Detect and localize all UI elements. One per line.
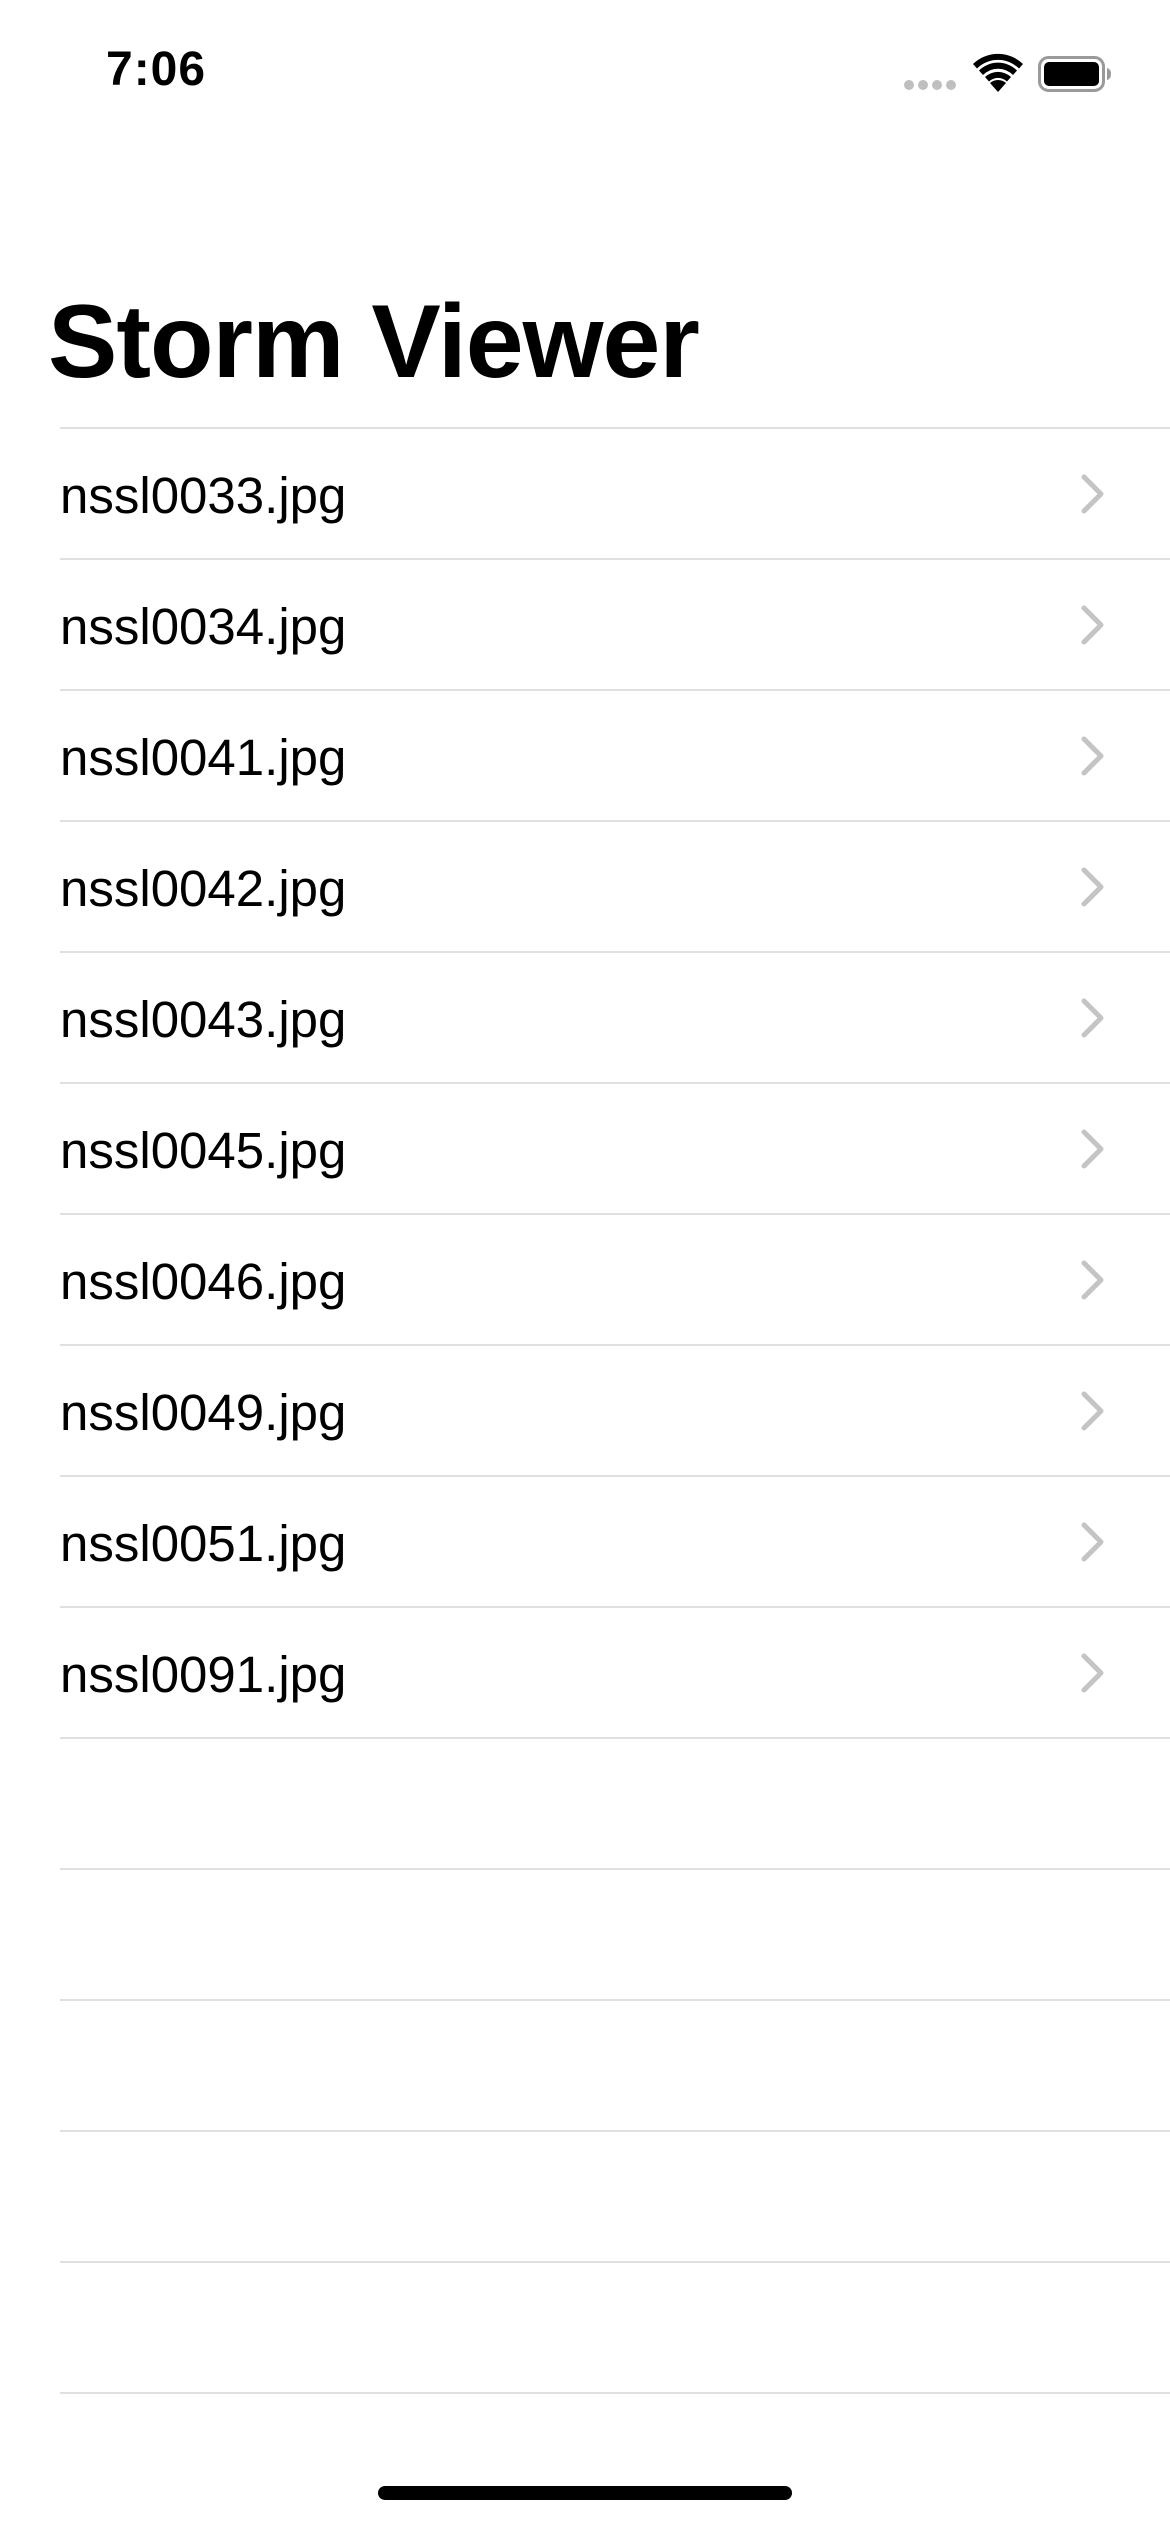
status-time: 7:06 <box>106 43 207 96</box>
home-indicator[interactable] <box>378 2486 792 2500</box>
row-label: nssl0051.jpg <box>60 1515 347 1572</box>
row-separator <box>60 2130 1170 2132</box>
status-bar: 7:06 <box>0 0 1170 150</box>
row-separator <box>60 1999 1170 2001</box>
table-row[interactable]: nssl0042.jpg <box>0 822 1170 952</box>
chevron-right-icon <box>1078 1259 1108 1301</box>
table-row[interactable]: nssl0033.jpg <box>0 429 1170 559</box>
row-label: nssl0045.jpg <box>60 1122 347 1179</box>
table-row[interactable]: nssl0043.jpg <box>0 953 1170 1083</box>
table-row[interactable]: nssl0091.jpg <box>0 1608 1170 1738</box>
table-row[interactable]: nssl0041.jpg <box>0 691 1170 821</box>
chevron-right-icon <box>1078 473 1108 515</box>
wifi-icon <box>972 50 1024 94</box>
row-separator <box>60 2392 1170 2394</box>
chevron-right-icon <box>1078 1390 1108 1432</box>
row-label: nssl0034.jpg <box>60 598 347 655</box>
chevron-right-icon <box>1078 997 1108 1039</box>
chevron-right-icon <box>1078 1521 1108 1563</box>
image-list-table[interactable]: nssl0033.jpg nssl0034.jpg nssl0041.jpg nssl… <box>0 427 1170 2407</box>
row-label: nssl0042.jpg <box>60 860 347 917</box>
chevron-right-icon <box>1078 735 1108 777</box>
chevron-right-icon <box>1078 866 1108 908</box>
row-label: nssl0033.jpg <box>60 467 347 524</box>
table-row[interactable]: nssl0049.jpg <box>0 1346 1170 1476</box>
table-row[interactable]: nssl0051.jpg <box>0 1477 1170 1607</box>
row-label: nssl0046.jpg <box>60 1253 347 1310</box>
page-title: Storm Viewer <box>48 284 700 400</box>
chevron-right-icon <box>1078 1652 1108 1694</box>
chevron-right-icon <box>1078 1128 1108 1170</box>
row-label: nssl0043.jpg <box>60 991 347 1048</box>
table-row[interactable]: nssl0046.jpg <box>0 1215 1170 1345</box>
row-label: nssl0041.jpg <box>60 729 347 786</box>
row-label: nssl0091.jpg <box>60 1646 347 1703</box>
cellular-signal-icon <box>904 80 956 92</box>
table-row[interactable]: nssl0034.jpg <box>0 560 1170 690</box>
chevron-right-icon <box>1078 604 1108 646</box>
row-separator <box>60 1868 1170 1870</box>
table-row[interactable]: nssl0045.jpg <box>0 1084 1170 1214</box>
battery-icon <box>1038 56 1112 92</box>
row-label: nssl0049.jpg <box>60 1384 347 1441</box>
row-separator <box>60 2261 1170 2263</box>
